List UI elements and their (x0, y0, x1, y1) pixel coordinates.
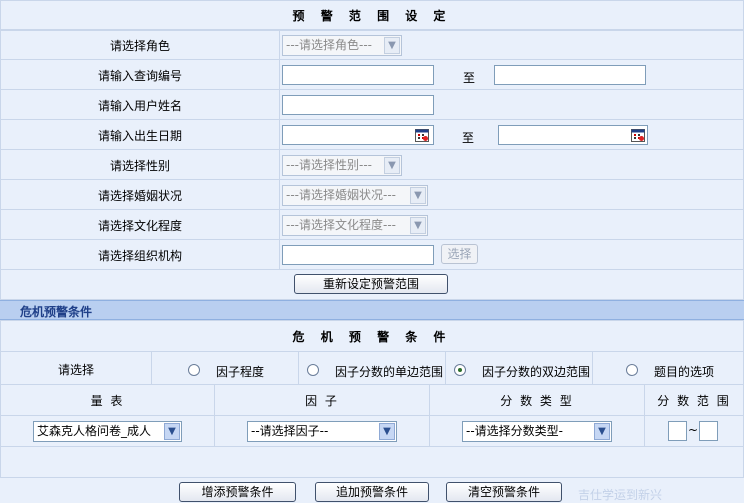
factor-select-value: --请选择因子-- (251, 424, 329, 438)
append-condition-button[interactable]: 追加预警条件 (315, 482, 429, 502)
radio-item-options-label: 题目的选项 (654, 365, 715, 379)
role-select[interactable]: ---请选择角色--- ▼ (282, 35, 402, 56)
query-number-label: 请输入查询编号 (97, 69, 182, 83)
score-range-min-input[interactable] (668, 421, 687, 441)
score-type-header: 分 数 类 型 (500, 394, 574, 408)
chevron-down-icon: ▼ (164, 423, 180, 440)
spacer-row (0, 446, 744, 478)
score-type-select[interactable]: --请选择分数类型- ▼ (462, 421, 612, 442)
chevron-down-icon: ▼ (410, 187, 426, 204)
marital-status-label: 请选择婚姻状况 (97, 189, 182, 203)
radio-factor-degree[interactable] (188, 364, 200, 376)
clear-condition-button[interactable]: 清空预警条件 (446, 482, 562, 502)
gender-label: 请选择性别 (109, 159, 170, 173)
organization-label: 请选择组织机构 (97, 249, 182, 263)
chevron-down-icon: ▼ (410, 217, 426, 234)
birth-date-to-label: 至 (461, 131, 474, 145)
marital-status-select-value: ---请选择婚姻状况--- (286, 188, 396, 202)
birth-date-to-input[interactable] (498, 125, 648, 145)
user-name-input[interactable] (282, 95, 434, 115)
query-number-from-input[interactable] (282, 65, 434, 85)
crisis-band: 危机预警条件 (0, 300, 744, 320)
scale-select[interactable]: 艾森克人格问卷_成人 ▼ (33, 421, 182, 442)
chevron-down-icon: ▼ (384, 37, 400, 54)
select-organization-button[interactable]: 选择 (441, 244, 478, 264)
crisis-band-title: 危机预警条件 (20, 305, 93, 319)
education-label: 请选择文化程度 (97, 219, 182, 233)
factor-select[interactable]: --请选择因子-- ▼ (247, 421, 397, 442)
scale-select-value: 艾森克人格问卷_成人 (37, 424, 152, 438)
crisis-section-title: 危 机 预 警 条 件 (292, 330, 452, 344)
reset-range-button[interactable]: 重新设定预警范围 (294, 274, 448, 294)
education-select[interactable]: ---请选择文化程度--- ▼ (282, 215, 428, 236)
radio-double-range[interactable] (454, 364, 466, 376)
radio-single-range[interactable] (307, 364, 319, 376)
role-label: 请选择角色 (109, 39, 170, 53)
gender-select[interactable]: ---请选择性别--- ▼ (282, 155, 402, 176)
calendar-icon[interactable] (631, 128, 645, 142)
calendar-icon[interactable] (415, 128, 429, 142)
chevron-down-icon: ▼ (384, 157, 400, 174)
score-range-max-input[interactable] (699, 421, 718, 441)
query-number-to-input[interactable] (494, 65, 646, 85)
score-type-select-value: --请选择分数类型- (466, 424, 563, 438)
role-select-value: ---请选择角色--- (286, 38, 372, 52)
score-range-header: 分 数 范 围 (657, 394, 731, 408)
add-condition-button[interactable]: 增添预警条件 (179, 482, 296, 502)
radio-item-options[interactable] (626, 364, 638, 376)
radio-double-range-label: 因子分数的双边范围 (482, 365, 591, 379)
factor-header: 因 子 (305, 394, 339, 408)
gender-select-value: ---请选择性别--- (286, 158, 372, 172)
birth-date-from-input[interactable] (282, 125, 434, 145)
chevron-down-icon: ▼ (594, 423, 610, 440)
score-range-separator: ~ (687, 423, 699, 437)
radio-factor-degree-label: 因子程度 (216, 365, 265, 379)
chevron-down-icon: ▼ (379, 423, 395, 440)
range-section-title: 预 警 范 围 设 定 (292, 9, 452, 23)
education-select-value: ---请选择文化程度--- (286, 218, 396, 232)
user-name-label: 请输入用户姓名 (97, 99, 182, 113)
watermark-text: 吉仕学运到新兴 (578, 488, 663, 502)
query-number-to-label: 至 (462, 71, 475, 85)
organization-input[interactable] (282, 245, 434, 265)
birth-date-label: 请输入出生日期 (97, 129, 182, 143)
marital-status-select[interactable]: ---请选择婚姻状况--- ▼ (282, 185, 428, 206)
choose-label: 请选择 (57, 363, 94, 377)
radio-single-range-label: 因子分数的单边范围 (335, 365, 444, 379)
scale-header: 量 表 (90, 394, 125, 408)
